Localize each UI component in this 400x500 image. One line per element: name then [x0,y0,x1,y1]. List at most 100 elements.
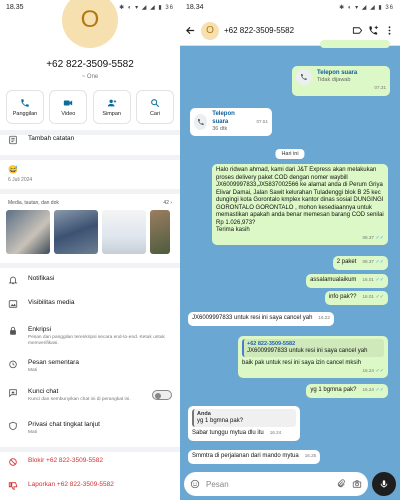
phone-icon [21,98,29,107]
call-label: Panggilan [12,110,38,117]
timer-icon [9,360,17,369]
message-bubble[interactable] [320,40,390,48]
search-button[interactable]: Cari [135,90,174,124]
note-icon [9,135,17,145]
message-text: JX6009997833 untuk resi ini saya cancel … [192,315,313,321]
message-bubble[interactable]: Anda yg 1 bgmna pak? Sabar tunggu mytua … [188,406,300,441]
voice-record-button[interactable] [372,472,396,496]
message-placeholder: Pesan [206,479,229,489]
media-thumbnail[interactable] [150,210,170,254]
message-bubble[interactable]: Smmtra di perjalanan dari mando mytua 16.… [188,450,321,464]
message-bubble[interactable]: info pak?? 16.01 ✓✓ [324,291,388,305]
status-icons: ✱ ◐ ▾ ◢ ◢ ▮ 36 [119,5,174,11]
media-thumbnail[interactable] [102,210,146,254]
message-bubble[interactable]: +62 822-3509-5582 JX6009997833 untuk res… [238,336,388,379]
image-icon [8,300,18,308]
encryption-desc: Pesan dan panggilan terenkripsi secara e… [28,335,165,347]
notifications-row[interactable]: Notifikasi [8,275,174,285]
contact-subtitle: ~ One [81,74,99,80]
media-visibility-row[interactable]: Visibilitas media [8,299,174,309]
call-bubble-outgoing[interactable]: Telepon suara Tidak dijawab 07.31 [292,66,390,96]
message-time: 16.01 [362,294,374,299]
quoted-sender: +62 822-3509-5582 [247,341,296,347]
message-time: 16.22 [318,315,330,320]
avatar[interactable]: O [201,21,219,40]
divider [0,155,180,160]
label-icon[interactable] [352,25,363,36]
chat-lock-icon [9,389,17,398]
chat-lock-toggle[interactable] [152,390,172,400]
call-bubble-incoming[interactable]: Telepon suara 36 dtk 07.51 [190,108,272,136]
video-button[interactable]: Video [49,90,88,124]
call-button[interactable]: Panggilan [6,90,44,124]
read-ticks-icon: ✓✓ [375,277,384,283]
add-note-row[interactable]: Tambah catatan [8,135,174,145]
missed-call-icon [296,69,312,85]
message-time: 16.24 [362,367,374,373]
call-icon [194,113,208,130]
message-list[interactable]: Telepon suara Tidak dijawab 07.31 Telepo… [180,40,400,468]
read-ticks-icon: ✓✓ [375,294,384,300]
status-bar: 18.34 ✱ ◐ ▾ ◢ ◢ ▮ 36 [180,0,400,16]
notifications-label: Notifikasi [28,275,55,282]
encryption-row[interactable]: Enkripsi Pesan dan panggilan terenkripsi… [8,326,174,347]
status-time: 18.34 [186,4,204,11]
media-label[interactable]: Media, tautan, dan dok [8,200,59,206]
chat-title[interactable]: +62 822-3509-5582 [224,26,347,35]
message-time: 07.31 [374,85,387,90]
quoted-message[interactable]: +62 822-3509-5582 JX6009997833 untuk res… [242,339,384,358]
call-title: Telepon suara [317,69,358,76]
message-bubble[interactable]: 2 paket 08.37 ✓✓ [332,256,388,270]
report-row[interactable]: Laporkan +62 822-3509-5582 [8,481,174,491]
camera-icon[interactable] [352,479,362,489]
message-text: yg 1 bgmna pak? [310,387,357,393]
chat-panel: 18.34 ✱ ◐ ▾ ◢ ◢ ▮ 36 O +62 822-3509-5582… [180,0,400,500]
date-separator: Hari ini [275,149,305,159]
status-icons: ✱ ◐ ▾ ◢ ◢ ▮ 36 [339,5,394,11]
report-label: Laporkan +62 822-3509-5582 [28,481,114,488]
quoted-sender: Anda [197,411,211,417]
contact-info-panel: 18.35 ✱ ◐ ▾ ◢ ◢ ▮ 36 O +62 822-3509-5582… [0,0,180,500]
disappearing-title: Pesan sementara [28,359,79,366]
about-emoji: 😅 [8,165,18,174]
message-text: info pak?? [328,294,357,300]
privacy-title: Privasi chat tingkat lanjut [28,421,100,428]
disappearing-row[interactable]: Pesan sementara Mati [8,359,174,374]
message-bubble[interactable]: Halo ridwan ahmad, kami dari J&T Express… [212,164,388,245]
media-thumbnail[interactable] [54,210,98,254]
divider [0,189,180,194]
shield-icon [9,421,17,431]
thumbs-down-icon [8,482,18,490]
video-label: Video [61,110,76,117]
contact-phone: +62 822-3509-5582 [46,59,134,70]
message-time: 08.37 [362,259,374,264]
message-time: 16.01 [362,277,374,282]
message-text: 2 paket [336,259,357,265]
call-status: Tidak dijawab [317,77,351,84]
about-date: 6 Juli 2024 [8,177,33,183]
more-options-icon[interactable] [384,25,395,36]
message-bubble[interactable]: assalamualaikum 16.01 ✓✓ [306,274,388,288]
chat-lock-row[interactable]: Kunci chat Kunci dan sembunyikan chat in… [8,388,174,403]
save-label: Simpan [102,110,121,117]
add-call-icon[interactable] [368,25,379,36]
media-count[interactable]: 42 › [163,200,172,206]
sticker-icon[interactable] [190,479,200,489]
message-input[interactable]: Pesan [184,472,368,496]
avatar[interactable]: O [62,0,118,48]
message-time: 07.51 [256,119,269,125]
privacy-row[interactable]: Privasi chat tingkat lanjut Mati [8,421,174,436]
message-text: Smmtra di perjalanan dari mando mytua [192,453,299,459]
message-bubble[interactable]: yg 1 bgmna pak? 16.24 ✓✓ [306,384,388,398]
back-arrow-icon[interactable] [185,25,196,36]
block-row[interactable]: Blokir +62 822-3509-5582 [8,457,174,467]
save-contact-button[interactable]: Simpan [92,90,131,124]
block-label: Blokir +62 822-3509-5582 [28,457,103,464]
block-icon [9,458,17,466]
message-text: Halo ridwan ahmad, kami dari J&T Express… [216,167,384,233]
attach-icon[interactable] [336,479,346,489]
media-thumbnail[interactable] [6,210,50,254]
message-bubble[interactable]: JX6009997833 untuk resi ini saya cancel … [188,312,334,326]
composer: Pesan [180,468,400,500]
quoted-message[interactable]: Anda yg 1 bgmna pak? [192,409,296,428]
